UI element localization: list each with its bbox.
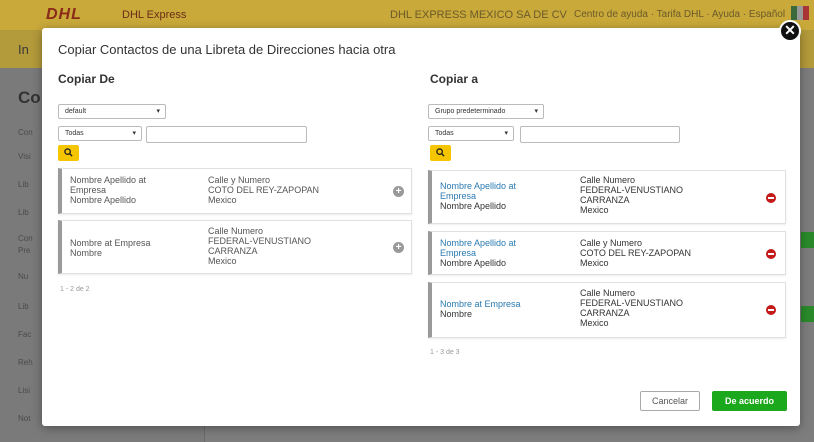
contact-company-line: Empresa [440,248,477,258]
target-contact-card: Nombre Apellido at Empresa Nombre Apelli… [428,231,786,275]
close-icon[interactable]: ✕ [779,20,801,42]
contact-person-line: Nombre [440,309,473,319]
background-company: DHL EXPRESS MEXICO SA DE CV [390,9,567,21]
address-line: Calle Numero [580,288,636,298]
address-line: Mexico [580,205,609,215]
target-contact-card: Nombre at Empresa Nombre Calle Numero FE… [428,282,786,338]
target-pager: 1 - 3 de 3 [430,349,460,356]
target-filter-select[interactable]: Todas ▾ [428,126,514,141]
remove-contact-icon[interactable] [766,193,776,203]
address-line: CARRANZA [208,246,258,256]
address-line: Calle y Numero [208,175,271,185]
contact-name-line: Nombre at Empresa [70,238,151,248]
cancel-button[interactable]: Cancelar [640,391,700,411]
background-sidebar-item: Con [18,234,33,243]
chevron-down-icon: ▾ [156,108,160,115]
search-icon [436,148,445,157]
background-sidebar-item: Lib [18,180,29,189]
dhl-logo: DHL [46,6,82,23]
address-line: FEDERAL-VENUSTIANO [580,185,684,195]
contact-company-line: Empresa [440,191,477,201]
chevron-down-icon: ▾ [132,130,136,137]
background-sidebar-item: Visi [18,152,31,161]
source-search-button[interactable] [58,145,79,161]
contact-name-line: Nombre Apellido at [440,181,517,191]
contact-person-line: Nombre Apellido [70,195,137,205]
contact-name-line: Nombre Apellido at [440,238,517,248]
source-filter-select[interactable]: Todas ▾ [58,126,142,141]
address-line: CARRANZA [580,195,630,205]
background-sidebar-item: Lib [18,302,29,311]
source-contact-card: Nombre at Empresa Nombre Calle Numero FE… [58,220,412,274]
background-nav-item: In [18,42,29,57]
source-contact-card: Nombre Apellido at Empresa Nombre Apelli… [58,168,412,214]
address-line: Mexico [208,195,237,205]
background-green-button [801,306,814,322]
contact-person-line: Nombre Apellido [440,201,507,211]
dialog-title: Copiar Contactos de una Libreta de Direc… [58,42,396,57]
remove-contact-icon[interactable] [766,305,776,315]
background-sidebar-item: Reh [18,358,33,367]
background-green-button [801,232,814,248]
target-filter-select-value: Todas [435,130,454,137]
confirm-button[interactable]: De acuerdo [712,391,787,411]
background-sidebar-item: Con [18,128,33,137]
address-line: FEDERAL-VENUSTIANO [580,298,684,308]
target-search-button[interactable] [430,145,451,161]
address-line: Calle y Numero [580,238,643,248]
source-pager: 1 - 2 de 2 [60,286,90,293]
address-line: Mexico [208,256,237,266]
contact-name-line: Nombre at Empresa [440,299,521,309]
contact-person-line: Nombre [70,248,103,258]
remove-contact-icon[interactable] [766,249,776,259]
search-icon [64,148,73,157]
address-line: Calle Numero [208,226,264,236]
background-sidebar-title: Co [18,88,41,107]
address-line: COTO DEL REY-ZAPOPAN [208,185,320,195]
background-sidebar-item: Fac [18,330,32,339]
address-line: Calle Numero [580,175,636,185]
background-sidebar-item: Lib [18,208,29,217]
contact-name-line: Nombre Apellido at [70,175,147,185]
target-search-input[interactable] [520,126,680,143]
background-brand: DHL Express [122,9,187,21]
background-sidebar-item: Not [18,414,31,423]
address-line: COTO DEL REY-ZAPOPAN [580,248,692,258]
address-line: CARRANZA [580,308,630,318]
source-filter-select-value: Todas [65,130,84,137]
copy-contacts-dialog: Copiar Contactos de una Libreta de Direc… [42,28,800,426]
source-search-input[interactable] [146,126,307,143]
background-header-links: Centro de ayuda · Tarifa DHL · Ayuda · E… [574,9,786,20]
copy-from-title: Copiar De [58,72,115,86]
target-book-select[interactable]: Grupo predeterminado ▾ [428,104,544,119]
copy-to-title: Copiar a [430,72,479,86]
background-sidebar-item: Pre [18,246,31,255]
contact-company-line: Empresa [70,185,107,195]
contact-person-line: Nombre Apellido [440,258,507,268]
add-contact-icon[interactable]: + [393,186,404,197]
address-line: FEDERAL-VENUSTIANO [208,236,312,246]
source-book-select-value: default [65,108,87,115]
chevron-down-icon: ▾ [534,108,538,115]
target-contact-card: Nombre Apellido at Empresa Nombre Apelli… [428,170,786,224]
add-contact-icon[interactable]: + [393,242,404,253]
target-book-select-value: Grupo predeterminado [435,108,506,115]
background-sidebar-item: Nu [18,272,29,281]
background-sidebar-item: Lisi [18,386,31,395]
address-line: Mexico [580,258,609,268]
address-line: Mexico [580,318,609,328]
source-book-select[interactable]: default ▾ [58,104,166,119]
chevron-down-icon: ▾ [504,130,508,137]
flag-icon [791,6,809,20]
